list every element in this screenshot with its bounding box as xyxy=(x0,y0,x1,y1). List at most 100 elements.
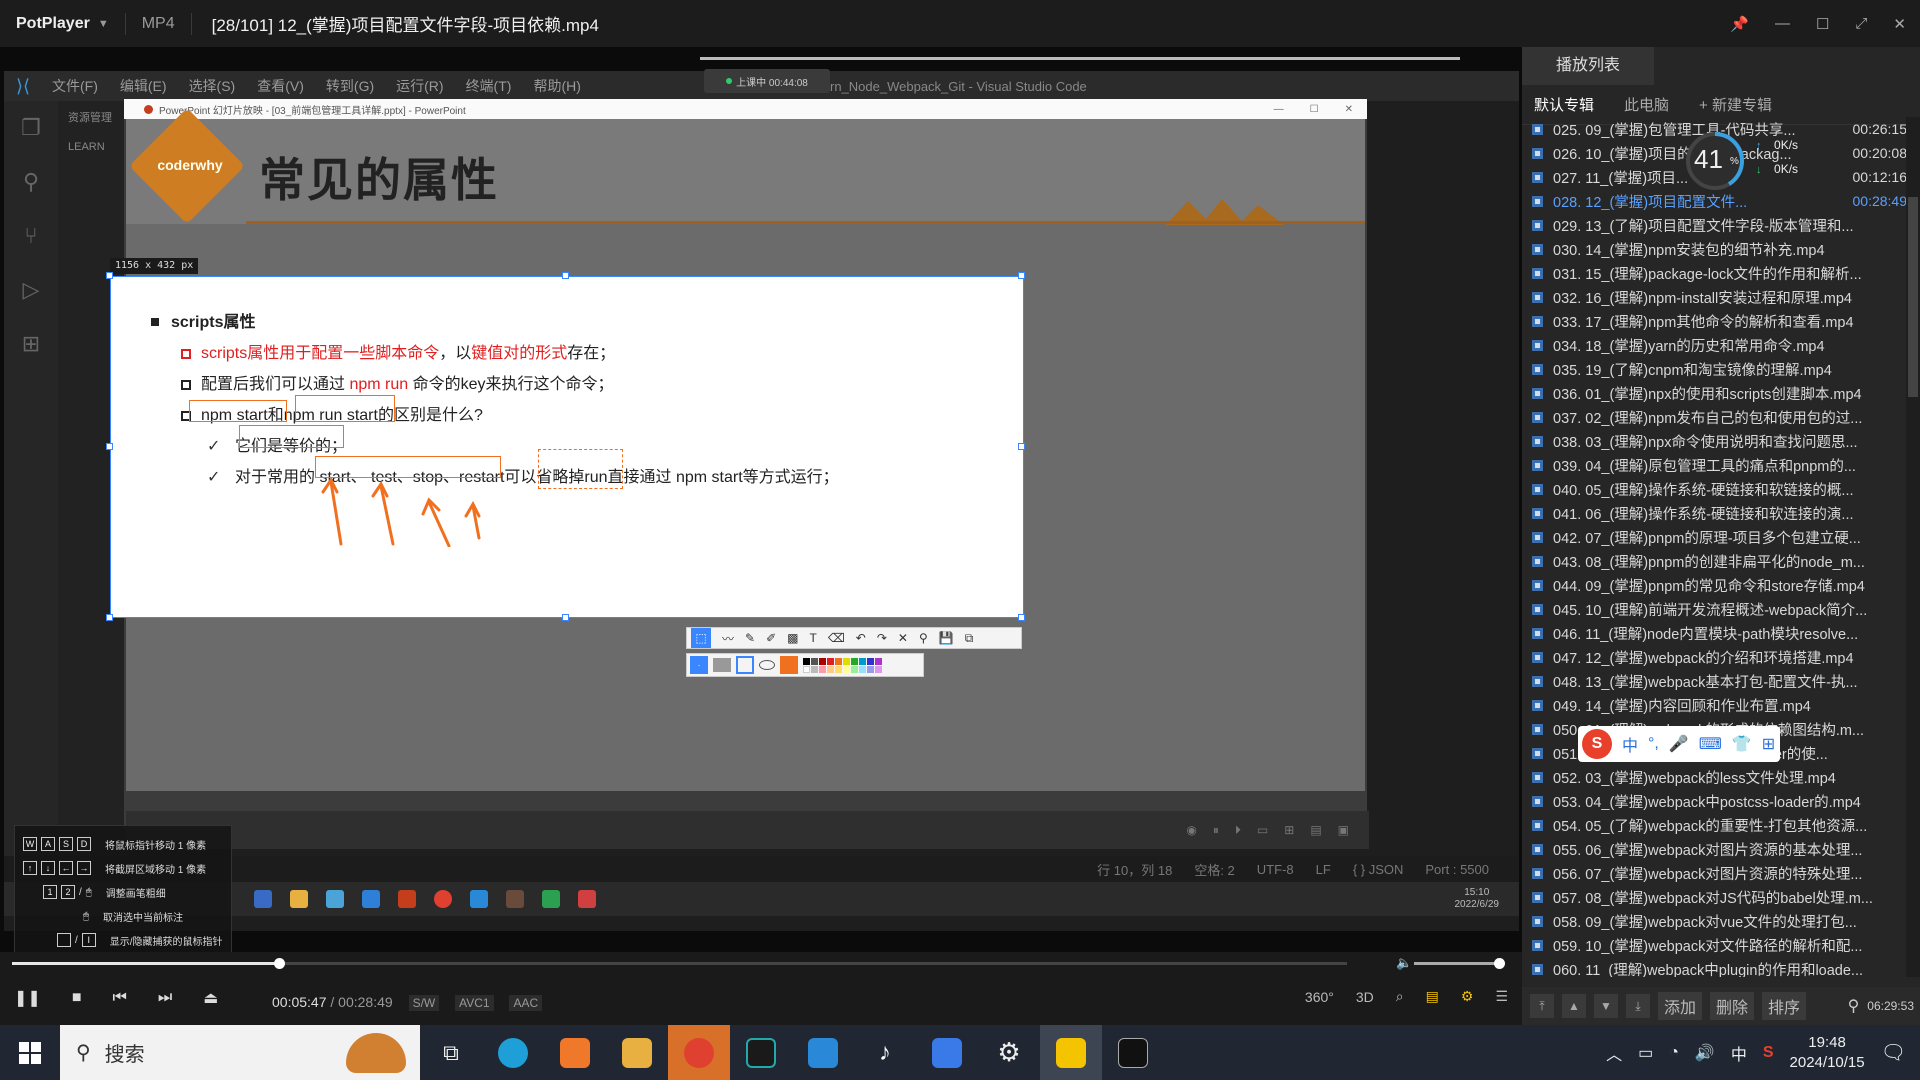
close-button[interactable]: ✕ xyxy=(1893,15,1906,33)
sort-button[interactable]: 排序 xyxy=(1762,992,1807,1020)
tray-clock[interactable]: 19:48 2024/10/15 xyxy=(1790,1033,1865,1073)
playlist-item[interactable]: 036. 01_(掌握)npx的使用和scripts创建脚本.mp4 xyxy=(1532,381,1907,405)
taskbar-tiktok[interactable]: ♪ xyxy=(854,1025,916,1080)
task-view-button[interactable]: ⧉ xyxy=(420,1025,482,1080)
toolbox-icon[interactable]: ⊞ xyxy=(1762,734,1775,754)
menu-file[interactable]: 文件(F) xyxy=(52,76,98,96)
tray-chevron-icon[interactable]: ︿ xyxy=(1606,1041,1622,1065)
playlist-item[interactable]: 045. 10_(理解)前端开发流程概述-webpack简介... xyxy=(1532,597,1907,621)
playlist-item[interactable]: 057. 08_(掌握)webpack对JS代码的babel处理.m... xyxy=(1532,885,1907,909)
battery-icon[interactable]: ▭ xyxy=(1638,1043,1653,1063)
delete-button[interactable]: 删除 xyxy=(1710,992,1755,1020)
resize-handle[interactable] xyxy=(1018,614,1025,621)
wifi-icon[interactable]: ◔ xyxy=(1669,1044,1679,1062)
menu-terminal[interactable]: 终端(T) xyxy=(466,76,512,96)
volume-knob[interactable] xyxy=(1494,958,1505,969)
taskbar-chrome[interactable] xyxy=(668,1025,730,1080)
filled-rect-icon[interactable] xyxy=(713,658,731,672)
app-name[interactable]: PotPlayer xyxy=(16,15,90,33)
annotation-rect-selected[interactable] xyxy=(538,449,623,489)
rect-shape-icon[interactable] xyxy=(736,656,754,674)
playlist-item[interactable]: 030. 14_(掌握)npm安装包的细节补充.mp4 xyxy=(1532,237,1907,261)
3d-button[interactable]: 3D xyxy=(1356,989,1374,1005)
move-top-icon[interactable]: ⤒ xyxy=(1530,994,1554,1018)
resize-handle[interactable] xyxy=(1018,443,1025,450)
resize-handle[interactable] xyxy=(106,443,113,450)
playlist-item[interactable]: 042. 07_(理解)pnpm的原理-项目多个包建立硬... xyxy=(1532,525,1907,549)
speaker-icon[interactable]: 🔊 xyxy=(1695,1043,1715,1063)
scroll-thumb[interactable] xyxy=(1908,197,1918,397)
menu-select[interactable]: 选择(S) xyxy=(189,76,236,96)
status-position[interactable]: 行 10，列 18 xyxy=(1097,860,1172,879)
resize-handle[interactable] xyxy=(106,272,113,279)
slideshow-icon[interactable]: ▣ xyxy=(1338,823,1349,837)
playlist-item[interactable]: 041. 06_(理解)操作系统-硬链接和软连接的演... xyxy=(1532,501,1907,525)
pause-button[interactable]: ❚❚ xyxy=(14,988,41,1008)
skin-icon[interactable]: 👕 xyxy=(1732,734,1752,754)
playlist-item[interactable]: 054. 05_(了解)webpack的重要性-打包其他资源... xyxy=(1532,813,1907,837)
move-down-icon[interactable]: ▼ xyxy=(1594,994,1618,1018)
record-icon[interactable]: ◉ xyxy=(1186,823,1196,837)
playlist-item[interactable]: 055. 06_(掌握)webpack对图片资源的基本处理... xyxy=(1532,837,1907,861)
playlist-item[interactable]: 048. 13_(掌握)webpack基本打包-配置文件-执... xyxy=(1532,669,1907,693)
select-tool-icon[interactable]: ⬚ xyxy=(691,628,711,648)
minimize-button[interactable]: — xyxy=(1274,104,1284,115)
playlist-item[interactable]: 032. 16_(理解)npm-install安装过程和原理.mp4 xyxy=(1532,285,1907,309)
line-tool-icon[interactable]: 〰 xyxy=(722,630,734,647)
start-button[interactable] xyxy=(0,1025,60,1080)
menu-goto[interactable]: 转到(G) xyxy=(326,76,374,96)
playlist-item[interactable]: 056. 07_(掌握)webpack对图片资源的特殊处理... xyxy=(1532,861,1907,885)
ime-indicator[interactable]: 中 xyxy=(1731,1041,1747,1065)
eraser-tool-icon[interactable]: ⌫ xyxy=(828,631,845,645)
reading-view-icon[interactable]: ▤ xyxy=(1310,823,1321,837)
ellipse-shape-icon[interactable] xyxy=(759,660,775,670)
zoom-icon[interactable]: ⌕ xyxy=(1396,988,1404,1005)
playlist-item[interactable]: 029. 13_(了解)项目配置文件字段-版本管理和... xyxy=(1532,213,1907,237)
keyboard-icon[interactable]: ⌨ xyxy=(1699,734,1722,754)
close-button[interactable]: ✕ xyxy=(1345,104,1353,115)
taskbar-potplayer[interactable] xyxy=(1040,1025,1102,1080)
sogou-tray-icon[interactable]: S xyxy=(1763,1044,1774,1062)
playlist-item[interactable]: 033. 17_(理解)npm其他命令的解析和查看.mp4 xyxy=(1532,309,1907,333)
taskbar-vscode[interactable] xyxy=(792,1025,854,1080)
playlist-item[interactable]: 034. 18_(掌握)yarn的历史和常用命令.mp4 xyxy=(1532,333,1907,357)
fullscreen-button[interactable]: ⤢ xyxy=(1855,15,1867,32)
annotation-rect[interactable] xyxy=(189,400,287,422)
text-tool-icon[interactable]: T xyxy=(809,631,816,645)
playlist-item[interactable]: 035. 19_(了解)cnpm和淘宝镜像的理解.mp4 xyxy=(1532,357,1907,381)
playlist-menu-icon[interactable]: ☰ xyxy=(1495,988,1508,1005)
microphone-icon[interactable]: 🎤 xyxy=(1669,734,1689,754)
sorter-view-icon[interactable]: ⊞ xyxy=(1284,823,1294,837)
playlist-item[interactable]: 049. 14_(掌握)内容回顾和作业布置.mp4 xyxy=(1532,693,1907,717)
sogou-logo-icon[interactable]: S xyxy=(1582,729,1612,759)
ime-mode-indicator[interactable]: 中 xyxy=(1622,732,1638,756)
playlist-scrollbar[interactable] xyxy=(1906,117,1920,977)
pause-icon[interactable]: ⏸ xyxy=(1213,823,1219,838)
explorer-icon[interactable]: ❐ xyxy=(4,101,58,155)
playlist-item[interactable]: 059. 10_(掌握)webpack对文件路径的解析和配... xyxy=(1532,933,1907,957)
undo-icon[interactable]: ↶ xyxy=(856,631,866,645)
annotation-rect[interactable] xyxy=(295,395,395,422)
vr-360-button[interactable]: 360° xyxy=(1305,989,1334,1005)
run-debug-icon[interactable]: ▷ xyxy=(4,263,58,317)
status-eol[interactable]: LF xyxy=(1316,862,1331,877)
sidebar-folder[interactable]: LEARN xyxy=(58,133,128,161)
pen-tool-icon[interactable]: ✎ xyxy=(745,631,755,645)
playlist-item[interactable]: 058. 09_(掌握)webpack对vue文件的处理打包... xyxy=(1532,909,1907,933)
playlist-item[interactable]: 047. 12_(掌握)webpack的介绍和环境搭建.mp4 xyxy=(1532,645,1907,669)
save-icon[interactable]: 💾 xyxy=(939,631,954,645)
color-palette[interactable] xyxy=(803,657,882,673)
stroke-size-icon[interactable]: · xyxy=(690,656,708,674)
taskbar-search[interactable]: ⚲ 搜索 xyxy=(60,1025,420,1080)
playlist-item[interactable]: 040. 05_(理解)操作系统-硬链接和软链接的概... xyxy=(1532,477,1907,501)
marker-tool-icon[interactable]: ✐ xyxy=(766,631,776,645)
taskbar-sublime[interactable] xyxy=(544,1025,606,1080)
playlist-item[interactable]: 037. 02_(理解)npm发布自己的包和使用包的过... xyxy=(1532,405,1907,429)
playlist-item[interactable]: 044. 09_(掌握)pnpm的常见命令和store存储.mp4 xyxy=(1532,573,1907,597)
maximize-button[interactable]: ☐ xyxy=(1816,15,1829,33)
play-icon[interactable]: ⏵ xyxy=(1235,823,1241,838)
search-icon[interactable]: ⚲ xyxy=(4,155,58,209)
open-file-button[interactable]: ⏏ xyxy=(203,988,218,1008)
punctuation-icon[interactable]: °, xyxy=(1648,735,1659,753)
current-color-swatch[interactable] xyxy=(780,656,798,674)
